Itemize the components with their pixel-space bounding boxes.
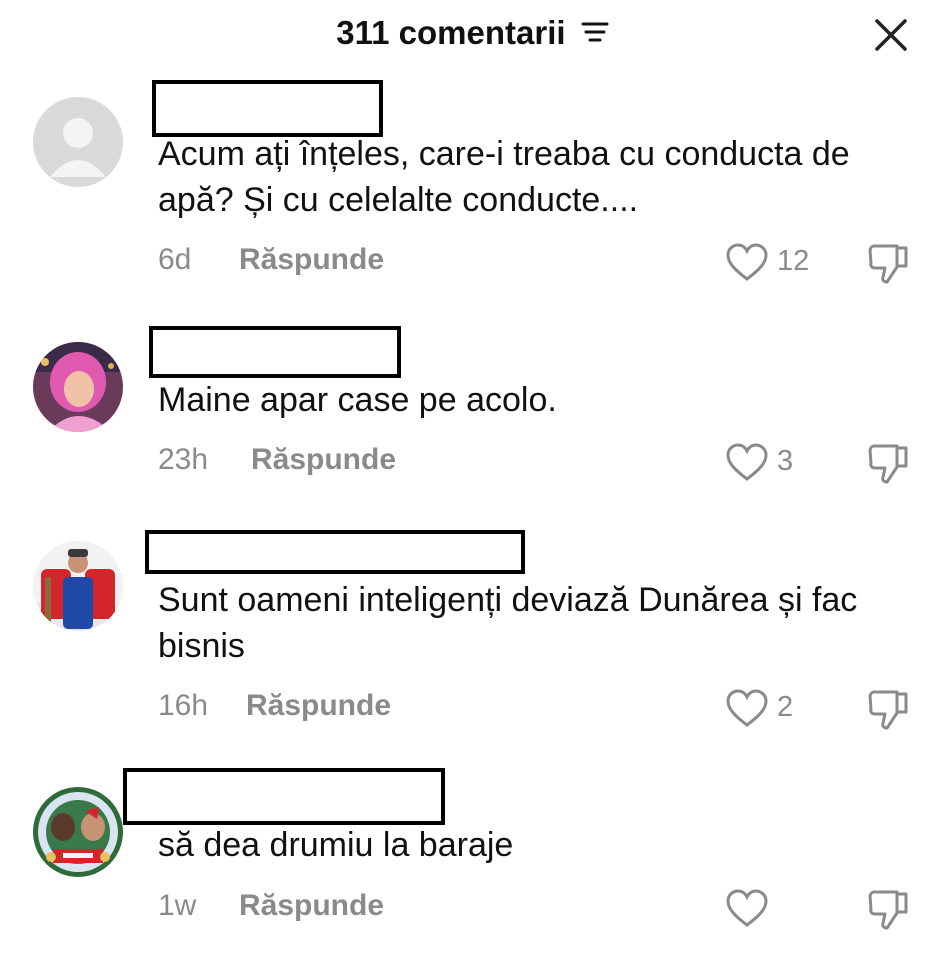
filter-icon[interactable] (581, 14, 609, 52)
avatar[interactable] (33, 787, 123, 877)
dislike-icon (868, 244, 908, 284)
avatar[interactable] (33, 342, 123, 432)
comments-count-title: 311 comentarii (336, 14, 566, 51)
dislike-button[interactable] (866, 440, 912, 486)
user-photo (33, 541, 123, 631)
dislike-button[interactable] (866, 240, 912, 286)
like-count: 2 (777, 691, 794, 723)
comments-header: 311 comentarii (0, 0, 945, 68)
reply-button[interactable]: Răspunde (251, 443, 396, 477)
username-redacted[interactable] (149, 326, 401, 378)
comment-text: Maine apar case pe acolo. (158, 381, 557, 419)
reply-button[interactable]: Răspunde (246, 689, 391, 723)
username-redacted[interactable] (152, 80, 383, 137)
like-button[interactable]: 3 (725, 441, 815, 485)
heart-icon (726, 243, 768, 281)
comment-timestamp: 16h (158, 689, 209, 722)
like-button[interactable] (725, 887, 815, 931)
like-count: 12 (777, 245, 810, 277)
comment-time: 6d (158, 243, 191, 277)
comment-text: Acum ați înțeles, care-i treaba cu condu… (158, 135, 850, 219)
reply-button[interactable]: Răspunde (239, 889, 384, 923)
comment-timestamp: 1w (158, 889, 197, 922)
avatar[interactable] (33, 97, 123, 187)
dislike-icon (868, 690, 908, 730)
like-button[interactable]: 12 (725, 241, 815, 285)
heart-icon (726, 689, 768, 727)
heart-icon (726, 889, 768, 927)
like-button[interactable]: 2 (725, 687, 815, 731)
dislike-icon (868, 444, 908, 484)
close-icon[interactable] (872, 16, 910, 54)
default-avatar-icon (33, 97, 123, 187)
header-title-row: 311 comentarii (0, 14, 945, 52)
comment-text: Sunt oameni inteligenți deviază Dunărea … (158, 581, 858, 665)
comment-time: 23h (158, 443, 208, 477)
dislike-button[interactable] (866, 686, 912, 732)
dislike-button[interactable] (866, 886, 912, 932)
user-photo (33, 342, 123, 432)
username-redacted[interactable] (145, 530, 525, 574)
comment-text: să dea drumiu la baraje (158, 826, 514, 864)
comment-time: 16h (158, 689, 208, 723)
user-photo (33, 787, 123, 877)
comment-time: 1w (158, 889, 196, 923)
reply-button[interactable]: Răspunde (239, 243, 384, 277)
username-redacted[interactable] (123, 768, 445, 825)
like-count: 3 (777, 445, 794, 477)
avatar[interactable] (33, 541, 123, 631)
comment-timestamp: 23h (158, 443, 209, 476)
heart-icon (726, 443, 768, 481)
dislike-icon (868, 890, 908, 930)
comment-timestamp: 6d (158, 243, 192, 276)
